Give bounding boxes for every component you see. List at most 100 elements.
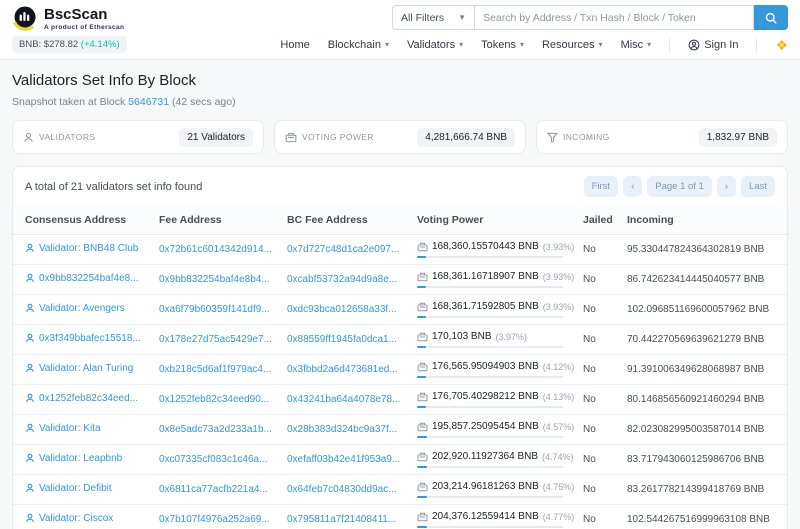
pagination-prev-button[interactable]: ‹ [623,176,643,197]
bnb-price: BNB: $278.82 [19,39,79,50]
voting-power-bar-fill [417,406,427,408]
voting-power-percent: (4.13%) [542,391,575,402]
fee-address-link[interactable]: 0xb218c5d6af1f979ac4... [159,364,271,375]
consensus-address-link[interactable]: Validator: Alan Turing [25,363,133,374]
bnb-price-badge[interactable]: BNB: $278.82 (+4.14%) [12,36,127,53]
bc-fee-address-link[interactable]: 0xdc93bca012658a33f... [287,304,397,315]
snapshot-block-link[interactable]: 5646731 [128,96,169,108]
voting-power-bar-fill [417,316,426,318]
jailed-value: No [577,414,621,445]
incoming-card-value: 1,832.97 BNB [698,127,777,147]
ballot-icon [417,452,428,462]
pagination-last-button[interactable]: Last [741,176,775,197]
fee-address-link[interactable]: 0xc07335cf083c1c46a... [159,454,267,465]
jailed-value: No [577,354,621,385]
nav-home[interactable]: Home [280,39,309,51]
incoming-card-label: INCOMING [563,132,610,142]
pagination: First ‹ Page 1 of 1 › Last [583,176,775,197]
bscscan-logo[interactable]: BscScan A product of Etherscan [12,5,124,32]
voting-power-percent: (3.97%) [495,331,528,342]
nav-tokens[interactable]: Tokens ▾ [481,39,524,51]
consensus-address-link[interactable]: Validator: Defibit [25,483,112,494]
table-row: Validator: Leapbnb 0xc07335cf083c1c46a..… [13,444,787,475]
incoming-value: 95.330447824364302819 BNB [627,244,765,255]
fee-address-link[interactable]: 0x1252feb82c34eed90... [159,394,269,405]
sign-in-button[interactable]: Sign In [688,39,738,51]
bc-fee-address-link[interactable]: 0x43241ba64a4078e78... [287,394,400,405]
person-icon [25,423,35,433]
consensus-address-link[interactable]: 0x3f349bbafec15518... [25,333,141,344]
ballot-icon [285,132,297,143]
table-row: Validator: Avengers 0xa6f79b60359f141df9… [13,294,787,325]
bc-fee-address-link[interactable]: 0x7d727c48d1ca2e097... [287,244,399,255]
page-body: Validators Set Info By Block Snapshot ta… [0,60,800,529]
nav-blockchain[interactable]: Blockchain ▾ [328,39,389,51]
bc-fee-address-link[interactable]: 0x88559ff1945fa0dca1... [287,334,397,345]
table-row: Validator: Defibit 0x6811ca77acfb221a4..… [13,474,787,505]
jailed-value: No [577,444,621,475]
search-bar: All Filters ▼ [392,5,788,30]
bc-fee-address-link[interactable]: 0x28b383d324bc9a37f... [287,424,397,435]
voting-power-value: 168,361.16718907 BNB [432,271,539,282]
consensus-address-link[interactable]: Validator: BNB48 Club [25,243,138,254]
consensus-address-link[interactable]: Validator: Kita [25,423,101,434]
funnel-icon [547,132,558,143]
nav-divider [756,37,758,52]
nav-validators[interactable]: Validators ▾ [407,39,463,51]
consensus-address-link[interactable]: 0x1252feb82c34eed... [25,393,138,404]
ballot-icon [417,272,428,282]
person-icon [25,333,35,343]
binance-chain-icon[interactable]: ❖ [775,38,788,52]
voting-power-bar [417,526,564,528]
nav-misc[interactable]: Misc ▾ [621,39,652,51]
user-icon [23,132,34,143]
voting-power-value: 176,705.40298212 BNB [432,391,539,402]
bc-fee-address-link[interactable]: 0xcabf53732a94d9a8e... [287,274,397,285]
fee-address-link[interactable]: 0xa6f79b60359f141df9... [159,304,270,315]
validators-card-label: VALIDATORS [39,132,96,142]
bc-fee-address-link[interactable]: 0x3fbbd2a6d473681ed... [287,364,398,375]
voting-power-value: 176,565.95094903 BNB [432,361,539,372]
search-input[interactable] [474,5,754,30]
consensus-address-link[interactable]: 0x9bb832254baf4e8... [25,273,139,284]
table-row: 0x9bb832254baf4e8... 0x9bb832254baf4e8b4… [13,264,787,295]
consensus-address-link[interactable]: Validator: Ciscox [25,513,113,524]
voting-power-percent: (4.74%) [542,451,574,462]
voting-power-bar-fill [417,346,426,348]
stat-cards: VALIDATORS 21 Validators VOTING POWER 4,… [12,120,788,154]
pagination-next-button[interactable]: › [716,176,737,197]
col-incoming: Incoming [621,206,787,235]
bc-fee-address-link[interactable]: 0xefaff03b42e41f953a9... [287,454,400,465]
voting-power-percent: (3.93%) [542,241,575,252]
fee-address-link[interactable]: 0x178e27d75ac5429e7... [159,334,272,345]
ballot-icon [417,482,428,492]
chevron-down-icon: ▼ [458,13,467,22]
ballot-icon [417,392,428,402]
bscscan-logo-icon [12,5,38,32]
voting-power-value: 195,857.25095454 BNB [432,421,539,432]
consensus-address-link[interactable]: Validator: Avengers [25,303,125,314]
fee-address-link[interactable]: 0x6811ca77acfb221a4... [159,484,268,495]
search-button[interactable] [754,5,788,30]
incoming-card: INCOMING 1,832.97 BNB [536,120,788,154]
validators-table-card: A total of 21 validators set info found … [12,166,788,529]
bc-fee-address-link[interactable]: 0x64feb7c04830dd9ac... [287,484,397,495]
person-icon [25,303,35,313]
consensus-address-link[interactable]: Validator: Leapbnb [25,453,122,464]
chevron-down-icon: ▾ [647,40,652,49]
table-row: Validator: Alan Turing 0xb218c5d6af1f979… [13,354,787,385]
voting-power-bar-fill [417,496,428,498]
nav-resources[interactable]: Resources ▾ [542,39,603,51]
validators-table: Consensus Address Fee Address BC Fee Add… [13,206,787,529]
voting-power-bar [417,286,564,288]
search-filter-select[interactable]: All Filters ▼ [392,5,475,30]
jailed-value: No [577,384,621,415]
fee-address-link[interactable]: 0x8e5adc73a2d233a1b... [159,424,272,435]
fee-address-link[interactable]: 0x7b107f4976a252a69... [159,514,270,525]
fee-address-link[interactable]: 0x9bb832254baf4e8b4... [159,274,270,285]
person-icon [25,513,35,523]
incoming-value: 102.544267516999963108 BNB [621,504,787,529]
fee-address-link[interactable]: 0x72b61c6014342d914... [159,244,272,255]
pagination-first-button[interactable]: First [583,176,619,197]
bc-fee-address-link[interactable]: 0x795811a7f21408411... [287,514,396,525]
